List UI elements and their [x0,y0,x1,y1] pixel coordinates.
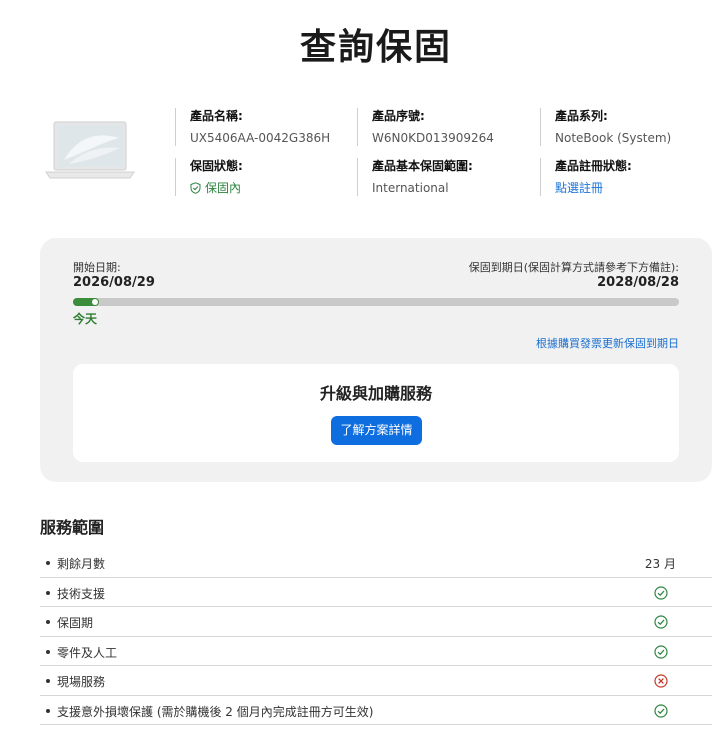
check-circle-icon [654,585,668,600]
warranty-scope-cell: 產品基本保固範圍: International [357,158,539,196]
serial-number-cell: 產品序號: W6N0KD013909264 [357,108,539,146]
product-name-value: UX5406AA-0042G386H [190,131,331,145]
upgrade-title: 升級與加購服務 [319,384,432,403]
end-date-value: 2028/08/28 [597,275,679,290]
warranty-progress-bar [73,298,679,306]
start-date-label: 開始日期: [73,261,121,274]
check-circle-icon [654,644,668,659]
product-name-label: 產品名稱: [190,109,243,123]
product-series-label: 產品系列: [555,109,608,123]
warranty-scope-value: International [372,181,449,195]
remaining-months-value: 23 月 [644,557,676,571]
service-label: 技術支援 [57,586,106,601]
register-link[interactable]: 點選註冊 [555,179,720,197]
warranty-status-value: 保固內 [205,181,242,195]
plan-details-button[interactable]: 了解方案詳情 [331,416,422,445]
serial-number-label: 產品序號: [372,109,425,123]
page-title: 查詢保固 [299,27,452,68]
service-row-warranty-period: 保固期 [40,607,712,637]
service-row-accidental-damage: 支援意外損壞保護 (需於購機後 2 個月內完成註冊方可生效) [40,696,712,725]
progress-today-marker [92,299,98,305]
warranty-scope-label: 產品基本保固範圍: [372,159,473,173]
service-row-tech-support: 技術支援 [40,578,712,607]
warranty-period-panel: 開始日期: 2026/08/29 保固到期日(保固計算方式請參考下方備註): 2… [40,238,712,482]
registration-status-label: 產品註冊狀態: [555,159,632,173]
service-scope-title: 服務範圍 [40,518,105,537]
bullet-icon [46,649,50,654]
cross-circle-icon [654,674,668,688]
product-name-cell: 產品名稱: UX5406AA-0042G386H [175,108,357,146]
bullet-icon [46,620,50,624]
warranty-status-value-wrap: 保固內 [190,179,357,197]
warranty-status-cell: 保固狀態: 保固內 [175,158,357,196]
service-label: 支援意外損壞保護 (需於購機後 2 個月內完成註冊方可生效) [57,704,374,719]
bullet-icon [46,708,50,713]
product-series-value: NoteBook (System) [555,131,672,145]
service-label: 保固期 [57,616,94,630]
start-date-value: 2026/08/29 [73,275,155,290]
bullet-icon [46,561,50,565]
product-series-cell: 產品系列: NoteBook (System) [540,108,720,146]
laptop-image [45,121,135,179]
check-circle-icon [654,615,668,629]
service-row-remaining-months: 剩餘月數 23 月 [40,548,712,578]
upgrade-card: 升級與加購服務 了解方案詳情 [73,364,679,462]
service-row-parts-labor: 零件及人工 [40,637,712,666]
service-row-onsite-service: 現場服務 [40,666,712,696]
warranty-status-label: 保固狀態: [190,159,243,173]
product-info-grid: 產品名稱: UX5406AA-0042G386H 產品序號: W6N0KD013… [175,108,720,198]
update-expiry-link[interactable]: 根據購買發票更新保固到期日 [536,335,679,351]
today-label: 今天 [73,312,98,326]
service-label: 零件及人工 [57,645,118,660]
service-label: 現場服務 [57,675,106,689]
service-scope-list: 剩餘月數 23 月 技術支援 保固期 零件及人工 現場服務 支援意外損壞保護 (… [40,548,712,725]
check-circle-icon [654,703,668,718]
bullet-icon [46,590,50,595]
end-date-label: 保固到期日(保固計算方式請參考下方備註): [468,261,679,274]
bullet-icon [46,679,50,683]
shield-check-icon [190,182,201,194]
registration-status-cell: 產品註冊狀態: 點選註冊 [540,158,720,196]
serial-number-value: W6N0KD013909264 [372,131,494,145]
service-label: 剩餘月數 [57,557,106,571]
